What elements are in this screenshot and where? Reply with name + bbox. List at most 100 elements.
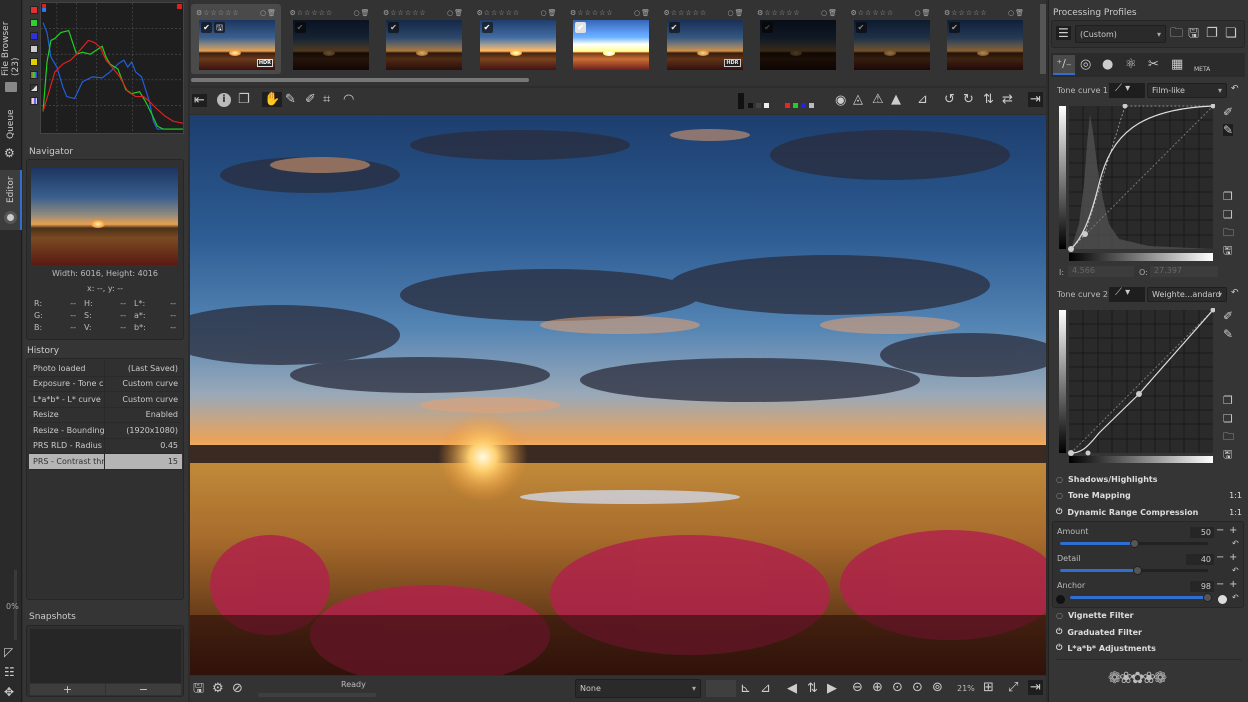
bg-gray[interactable] [756, 103, 761, 108]
tool-dynamic-range-compression[interactable]: ⏻ Dynamic Range Compression 1:1 [1056, 507, 1242, 517]
trash-icon[interactable]: 🗑 [267, 9, 276, 17]
checkmark-icon[interactable]: ✔ [855, 22, 867, 33]
rating-stars[interactable]: ☆☆☆☆☆ [390, 9, 426, 17]
tab-details[interactable]: ◎ [1080, 58, 1091, 71]
histogram-blue-toggle[interactable] [30, 32, 38, 40]
history-row[interactable]: Resize - Bounding... (1920x1080) [29, 423, 182, 439]
color-label-icon[interactable]: ○ [728, 9, 734, 17]
tab-metadata[interactable]: META [1194, 66, 1210, 73]
color-label-icon[interactable]: ○ [821, 9, 827, 17]
trash-icon[interactable]: 🗑 [1015, 9, 1024, 17]
disabled-dot-icon[interactable]: ○ [1056, 475, 1063, 484]
previous-image-icon[interactable]: ◀ [787, 682, 797, 695]
profile-gear-icon[interactable]: ⚙ [944, 9, 950, 17]
tone-curve-2-editor[interactable] [1059, 308, 1215, 464]
rotate-right-icon[interactable]: ↻ [963, 93, 974, 106]
increment-button[interactable]: + [1229, 579, 1237, 590]
histogram-bar-toggle[interactable] [30, 97, 38, 105]
remove-snapshot-button[interactable]: − [106, 684, 181, 695]
increment-button[interactable]: + [1229, 525, 1237, 536]
tab-raw[interactable]: ▦ [1171, 58, 1183, 71]
checkmark-icon[interactable]: ✔ [762, 22, 773, 33]
checkmark-icon[interactable]: ✔ [388, 22, 399, 33]
power-icon[interactable]: ⏻ [1056, 627, 1062, 637]
preview-mode-select[interactable]: None [575, 679, 701, 698]
histogram-rgb-toggle[interactable] [30, 71, 38, 79]
load-profile-icon[interactable]: 🗀 [1170, 27, 1183, 40]
thumbnail[interactable]: ⚙ ☆☆☆☆☆ ○ 🗑 ✔ [939, 4, 1029, 74]
slider-value-input[interactable]: 40 [1186, 554, 1214, 565]
color-label-icon[interactable]: ○ [260, 9, 266, 17]
zoom-fit-icon[interactable]: ⊙ [892, 681, 903, 694]
histogram-luminance-toggle[interactable] [30, 45, 38, 53]
rating-stars[interactable]: ☆☆☆☆☆ [858, 9, 894, 17]
thumbnail[interactable]: ⚙ ☆☆☆☆☆ ○ 🗑 ✔ [285, 4, 375, 74]
reset-icon[interactable]: ↶ [1231, 85, 1239, 94]
pick-point-icon[interactable]: ✎ [1223, 124, 1234, 136]
checkmark-icon[interactable]: ✔ [668, 22, 680, 33]
filmstrip-scrollbar[interactable] [191, 78, 529, 82]
hand-tool-icon[interactable]: ✋ [262, 92, 283, 107]
profile-select[interactable]: (Custom) [1075, 25, 1166, 43]
thumbnail[interactable]: ⚙ ☆☆☆☆☆ ○ 🗑 ✔ [472, 4, 562, 74]
zoom-100-icon[interactable]: ⊚ [932, 681, 943, 694]
disabled-dot-icon[interactable]: ○ [1056, 491, 1063, 500]
rating-stars[interactable]: ☆☆☆☆☆ [484, 9, 520, 17]
trash-icon[interactable]: 🗑 [735, 9, 744, 17]
sliders-icon[interactable]: ☷ [4, 666, 15, 678]
profile-list-icon[interactable]: ☰ [1056, 26, 1071, 40]
move-icon[interactable]: ✥ [4, 686, 14, 698]
copy-profile-icon[interactable]: ❐ [1206, 27, 1218, 40]
slider-value-input[interactable]: 98 [1190, 581, 1214, 592]
tone-curve-2-mode-select[interactable]: Weighte...andard [1147, 287, 1227, 302]
histogram-green-toggle[interactable] [30, 19, 38, 27]
save-curve-icon[interactable]: 🖫 [1223, 245, 1232, 256]
trash-icon[interactable]: 🗑 [922, 9, 931, 17]
thumbnail[interactable]: ⚙ ☆☆☆☆☆ ○ 🗑 ✔ [565, 4, 655, 74]
output-value-field[interactable]: 27.397 [1150, 266, 1218, 277]
channel-green[interactable] [793, 103, 798, 108]
rating-stars[interactable]: ☆☆☆☆☆ [577, 9, 613, 17]
gears-icon[interactable]: ⚙ [4, 147, 15, 159]
tab-exposure[interactable]: ⁺∕₋ [1053, 55, 1075, 75]
zoom-fit-crop-icon[interactable]: ⊙ [912, 681, 923, 694]
edit-point-icon-2[interactable]: ✐ [1223, 310, 1233, 322]
profile-gear-icon[interactable]: ⚙ [664, 9, 670, 17]
flip-horizontal-icon[interactable]: ⇄ [1002, 93, 1013, 106]
increment-button[interactable]: + [1229, 552, 1237, 563]
rating-stars[interactable]: ☆☆☆☆☆ [764, 9, 800, 17]
tab-queue[interactable]: Queue [0, 108, 22, 140]
info-icon[interactable]: i [217, 93, 231, 107]
hide-right-panel-icon[interactable]: ⇥ [1028, 92, 1043, 107]
folder-icon[interactable] [5, 82, 17, 92]
copy-right-icon[interactable]: ⊿ [760, 682, 771, 695]
before-after-icon[interactable]: ❐ [238, 93, 250, 106]
tab-editor-active[interactable]: Editor [0, 170, 22, 230]
flip-vertical-icon[interactable]: ⇅ [983, 93, 994, 106]
hide-right-panel-bottom-icon[interactable]: ⇥ [1028, 680, 1043, 695]
fullscreen-icon[interactable]: ⤢ [1008, 681, 1018, 694]
reset-icon-2[interactable]: ↶ [1231, 289, 1239, 298]
trash-icon[interactable]: 🗑 [548, 9, 557, 17]
histogram-chroma-toggle[interactable] [30, 58, 38, 66]
tab-file-browser[interactable]: File Browser (23) [0, 4, 22, 76]
tool-vignette-filter[interactable]: ○ Vignette Filter [1056, 611, 1242, 620]
color-label-icon[interactable]: ○ [541, 9, 547, 17]
profile-gear-icon[interactable]: ⚙ [290, 9, 296, 17]
white-balance-picker-icon[interactable]: ✎ [285, 93, 296, 106]
color-label-icon[interactable]: ○ [447, 9, 453, 17]
new-detail-window-icon[interactable]: ⊞ [983, 681, 994, 694]
history-row[interactable]: Exposure - Tone c... Custom curve [29, 376, 182, 392]
tool-lab-adjustments[interactable]: ⏻ L*a*b* Adjustments [1056, 643, 1242, 653]
trash-icon[interactable]: 🗑 [454, 9, 463, 17]
open-curve-icon[interactable]: 🗀 [1223, 227, 1234, 238]
checkmark-icon[interactable]: ✔ [949, 22, 960, 33]
focus-mask-icon[interactable]: ◉ [835, 94, 846, 107]
profile-gear-icon[interactable]: ⚙ [196, 9, 202, 17]
thumbnail[interactable]: ⚙ ☆☆☆☆☆ ○ 🗑 ✔ [378, 4, 468, 74]
queue-settings-icon[interactable]: ⚙ [212, 682, 224, 695]
profile-gear-icon[interactable]: ⚙ [757, 9, 763, 17]
rating-stars[interactable]: ☆☆☆☆☆ [951, 9, 987, 17]
save-profile-icon[interactable]: 🖫 [1188, 27, 1199, 40]
trash-icon[interactable]: 🗑 [828, 9, 837, 17]
